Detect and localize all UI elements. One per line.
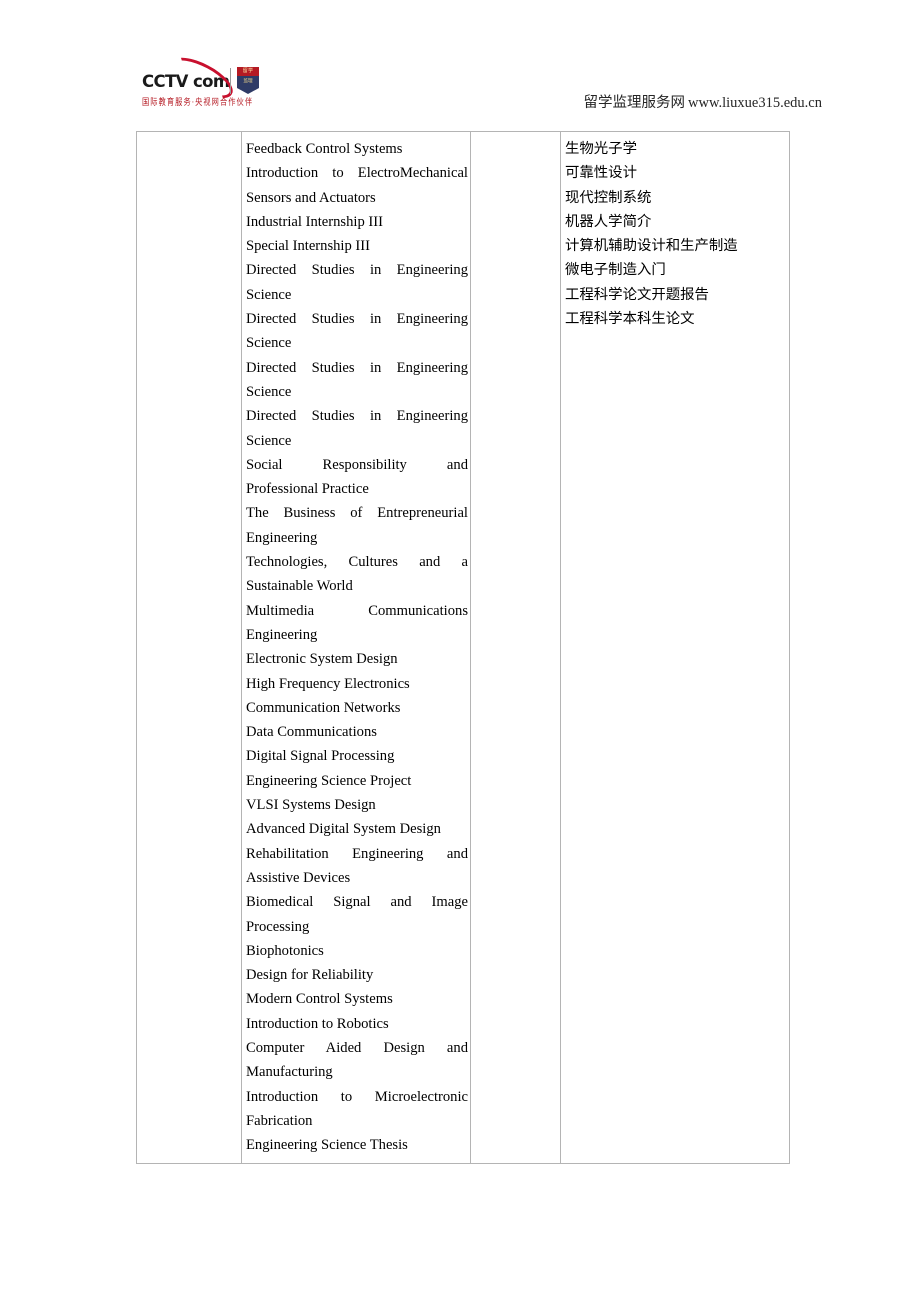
course-item-en: Computer Aided Design and Manufacturing	[246, 1039, 468, 1081]
course-item-cn: 现代控制系统	[565, 189, 652, 206]
course-item-en: Feedback Control Systems	[246, 141, 403, 157]
course-item-en: Directed Studies in Engineering Science	[246, 408, 468, 449]
table-cell-spacer-left	[136, 130, 242, 1165]
course-item-cn: 生物光子学	[565, 141, 637, 157]
course-item-en: Introduction to Microelectronic Fabricat…	[246, 1088, 468, 1129]
badge-top: 留学	[237, 67, 259, 76]
badge-point	[237, 88, 259, 94]
course-item-en: Engineering Science Thesis	[246, 1137, 408, 1154]
course-item-en: Biophotonics	[246, 942, 324, 959]
course-item-en: Data Communications	[246, 724, 377, 741]
course-item-cn: 计算机辅助设计和生产制造	[565, 238, 738, 255]
badge-top-label: 留学	[242, 68, 254, 74]
course-item-en: Directed Studies in Engineering Science	[246, 311, 468, 352]
course-item-en: VLSI Systems Design	[246, 797, 376, 814]
course-item-cn: 工程科学本科生论文	[565, 311, 695, 328]
course-item-en: Introduction to ElectroMechanical Sensor…	[246, 165, 468, 206]
course-item-en: Electronic System Design	[246, 651, 398, 668]
course-item-en: Introduction to Robotics	[246, 1015, 389, 1032]
watermark-url: www.liuxue315.edu.cn	[688, 95, 822, 111]
logo-main: CCTV com 留学 监理	[142, 49, 274, 107]
course-item-en: Directed Studies in Engineering Science	[246, 262, 468, 303]
course-item-en: Special Internship III	[246, 238, 371, 255]
cctv-logo: CCTV com 留学 监理 国际教育服务·央视网合作伙伴	[142, 49, 274, 108]
course-item-cn: 微电子制造入门	[565, 262, 666, 279]
course-item-en: The Business of Entrepreneurial Engineer…	[246, 505, 468, 546]
course-item-en: Modern Control Systems	[246, 991, 393, 1008]
site-watermark: 留学监理服务网 www.liuxue315.edu.cn	[584, 91, 822, 112]
chinese-course-list: 生物光子学可靠性设计现代控制系统 机器人学简介计算机辅助设计和生产制造 微电子制造入…	[565, 137, 787, 331]
logo-tagline: 国际教育服务·央视网合作伙伴	[142, 96, 254, 108]
english-cell-inner: Feedback Control Systems Introduction to …	[242, 132, 470, 1163]
course-item-en: Technologies, Cultures and a Sustainable…	[246, 554, 468, 595]
course-item-en: High Frequency Electronics	[246, 675, 410, 692]
course-item-cn: 可靠性设计	[565, 165, 637, 182]
table-cell-spacer-mid	[470, 130, 561, 1165]
course-item-en: Advanced Digital System Design	[246, 821, 441, 838]
course-item-cn: 机器人学简介	[565, 213, 652, 230]
course-item-cn: 工程科学论文开题报告	[565, 286, 709, 303]
logo-divider	[230, 68, 231, 94]
course-item-en: Directed Studies in Engineering Science	[246, 359, 468, 400]
course-item-en: Multimedia Communications Engineering	[246, 602, 468, 643]
course-item-en: Engineering Science Project	[246, 772, 412, 789]
page-header: CCTV com 留学 监理 国际教育服务·央视网合作伙伴 留学监理服务网 www…	[0, 0, 920, 131]
shield-badge-icon: 留学 监理	[237, 67, 259, 94]
chinese-cell-inner: 生物光子学可靠性设计现代控制系统 机器人学简介计算机辅助设计和生产制造 微电子制造入…	[561, 132, 789, 337]
table-cell-chinese-courses: 生物光子学可靠性设计现代控制系统 机器人学简介计算机辅助设计和生产制造 微电子制造入…	[560, 130, 790, 1165]
english-course-list: Feedback Control Systems Introduction to …	[246, 137, 468, 1157]
table-row: Feedback Control Systems Introduction to …	[136, 130, 790, 1165]
badge-body: 监理	[237, 76, 259, 88]
course-item-en: Communication Networks	[246, 699, 401, 716]
badge-body-label: 监理	[243, 79, 253, 84]
course-item-en: Design for Reliability	[246, 967, 374, 984]
course-item-en: Rehabilitation Engineering and Assistive…	[246, 845, 468, 886]
course-item-en: Social Responsibility and Professional P…	[246, 456, 468, 498]
watermark-site-name: 留学监理服务网	[583, 95, 686, 111]
course-table: Feedback Control Systems Introduction to …	[136, 130, 790, 1165]
course-item-en: Industrial Internship III	[246, 213, 383, 230]
table-cell-english-courses: Feedback Control Systems Introduction to …	[241, 130, 471, 1165]
course-item-en: Biomedical Signal and Image Processing	[246, 894, 468, 935]
course-item-en: Digital Signal Processing	[246, 748, 395, 765]
